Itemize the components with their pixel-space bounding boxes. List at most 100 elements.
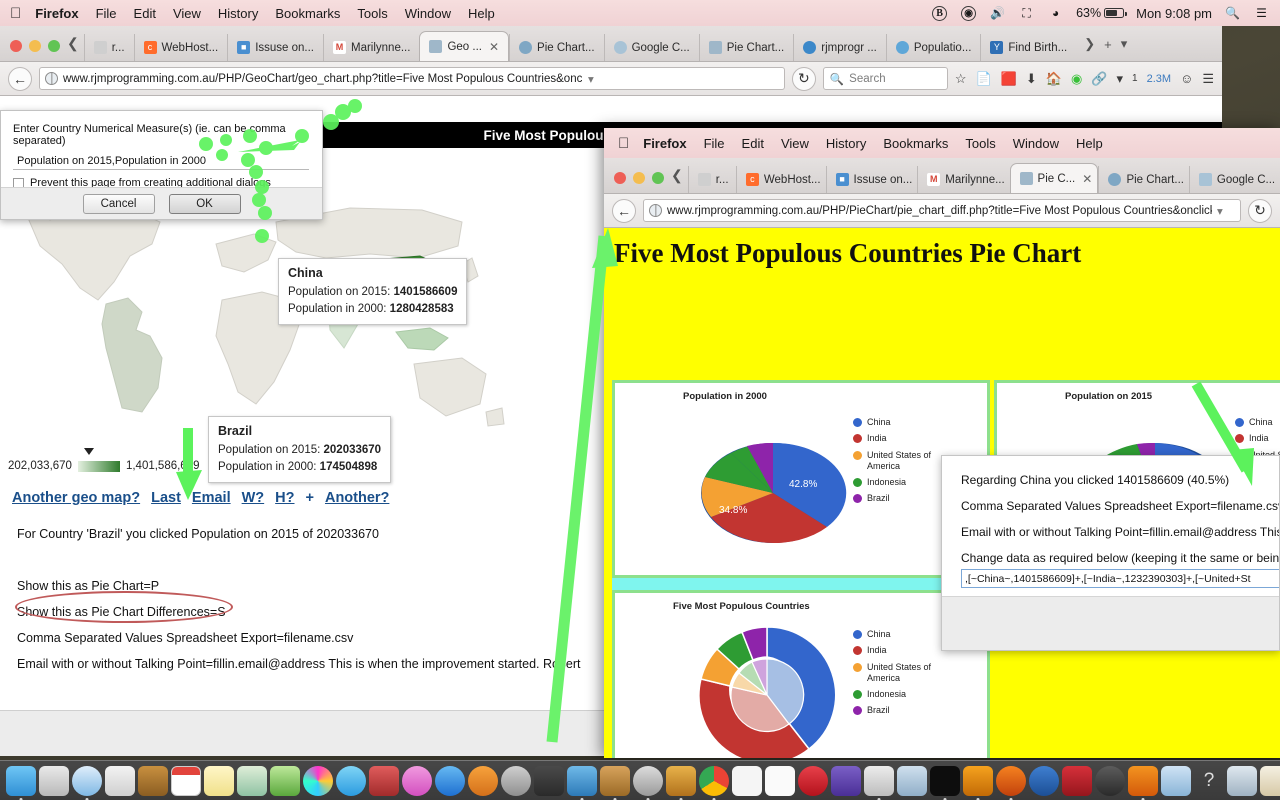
bookmark-star-icon[interactable]: ☆ <box>955 71 967 87</box>
menu-item-file[interactable]: File <box>96 6 117 21</box>
macos-dock[interactable]: ? <box>0 760 1280 800</box>
dock-icon-ibooks[interactable] <box>468 765 498 796</box>
dock-icon-bitdefender[interactable] <box>1029 765 1059 796</box>
minimize-window-button[interactable] <box>29 40 41 52</box>
dock-icon-pages[interactable] <box>732 765 762 796</box>
dock-icon-utility[interactable] <box>864 765 894 800</box>
close-window-button[interactable] <box>614 172 626 184</box>
legend-item-india[interactable]: India <box>1235 433 1280 444</box>
tab-pie-chart-active[interactable]: Pie C... ✕ <box>1009 163 1099 193</box>
dock-icon-preview[interactable] <box>105 765 135 796</box>
tab-pie-chart-other[interactable]: Pie Chart... <box>1098 166 1188 193</box>
minimize-window-button[interactable] <box>633 172 645 184</box>
apple-logo-icon[interactable]:  <box>618 135 629 152</box>
tab-issuse[interactable]: ■ Issuse on... <box>825 166 918 193</box>
dock-icon-numbers[interactable] <box>270 765 300 796</box>
dock-icon-avast[interactable] <box>963 765 993 800</box>
menu-item-firefox[interactable]: Firefox <box>643 136 686 151</box>
dock-icon-chrome[interactable] <box>699 765 729 800</box>
dock-icon-terminal[interactable] <box>930 765 960 800</box>
close-tab-icon[interactable]: ✕ <box>489 40 499 54</box>
notification-center-icon[interactable]: ☰ <box>1253 5 1270 22</box>
modal-measures-input[interactable]: Population on 2015,Population in 2000 <box>13 152 309 170</box>
chart-card-donut[interactable]: Five Most Populous Countries China India… <box>612 590 990 758</box>
tab-pie-chart-2[interactable]: Pie Chart... <box>698 34 794 61</box>
dock-icon-calendar[interactable] <box>171 765 201 796</box>
url-dropdown-icon[interactable]: ▾ <box>588 72 594 86</box>
dock-icon-sketch[interactable] <box>534 765 564 796</box>
window-traffic-lights[interactable] <box>6 40 67 61</box>
dock-icon-safari[interactable] <box>72 765 102 800</box>
tab-webhost[interactable]: c WebHost... <box>735 166 826 193</box>
legend-item-china[interactable]: China <box>1235 417 1280 428</box>
dock-icon-editor[interactable] <box>1260 765 1280 796</box>
airplay-audio-icon[interactable]: 🔊 <box>989 5 1006 22</box>
tab-rjmprogramming[interactable]: rjmprogr ... <box>793 34 886 61</box>
tab-population[interactable]: Populatio... <box>885 34 981 61</box>
dock-icon-firefox[interactable] <box>996 765 1026 800</box>
dock-icon-document[interactable] <box>765 765 795 796</box>
modal-ok-button[interactable]: OK <box>168 193 241 214</box>
dock-icon-help[interactable]: ? <box>1194 766 1224 796</box>
hamburger-menu-icon[interactable]: ☰ <box>1202 71 1214 87</box>
dock-icon-opera[interactable] <box>798 765 828 796</box>
legend-item-china[interactable]: China <box>853 417 983 428</box>
tab-generic[interactable]: r... <box>83 34 134 61</box>
dock-icon-photos[interactable] <box>303 765 333 796</box>
link-another-geo-map[interactable]: Another geo map? <box>12 490 140 506</box>
pie-window-traffic-lights[interactable] <box>610 172 671 193</box>
menu-item-window[interactable]: Window <box>1013 136 1059 151</box>
dock-icon-messages[interactable] <box>336 765 366 796</box>
dock-icon-photobooth[interactable] <box>369 765 399 796</box>
menu-item-help[interactable]: Help <box>468 6 495 21</box>
legend-item-usa[interactable]: United States of America <box>853 662 983 685</box>
reload-button[interactable]: ↻ <box>1248 198 1272 223</box>
menu-item-firefox[interactable]: Firefox <box>35 6 78 21</box>
url-bar[interactable]: www.rjmprogramming.com.au/PHP/GeoChart/g… <box>39 67 785 90</box>
close-window-button[interactable] <box>10 40 22 52</box>
dock-icon-vlc[interactable] <box>1128 765 1158 800</box>
tab-generic[interactable]: r... <box>687 166 736 193</box>
sync-icon[interactable]: 🔗 <box>1091 71 1107 87</box>
home-icon[interactable]: 🏠 <box>1046 71 1062 87</box>
dock-icon-maps[interactable] <box>237 765 267 796</box>
dock-icon-remote[interactable] <box>1161 765 1191 796</box>
pie-dialog-data-input[interactable]: ,[~China~,1401586609]+,[~India~,12323903… <box>961 569 1279 588</box>
wifi-icon[interactable]: ◕ <box>1047 5 1064 22</box>
dock-icon-textedit[interactable] <box>567 765 597 800</box>
menu-item-bookmarks[interactable]: Bookmarks <box>883 136 948 151</box>
dock-icon-filezilla[interactable] <box>1062 765 1092 796</box>
menu-item-view[interactable]: View <box>173 6 201 21</box>
close-tab-icon[interactable]: ✕ <box>1082 172 1092 186</box>
reader-view-icon[interactable]: 📄 <box>976 71 992 87</box>
downloads-icon[interactable]: ⬇ <box>1026 71 1037 87</box>
zoom-window-button[interactable] <box>48 40 60 52</box>
dock-icon-itunes[interactable] <box>402 765 432 796</box>
url-bar[interactable]: www.rjmprogramming.com.au/PHP/PieChart/p… <box>643 199 1241 222</box>
menu-item-history[interactable]: History <box>826 136 866 151</box>
dock-icon-star[interactable] <box>831 765 861 796</box>
dock-icon-contacts[interactable] <box>138 765 168 796</box>
tab-google-c[interactable]: Google C... <box>603 34 699 61</box>
legend-item-indonesia[interactable]: Indonesia <box>853 689 983 700</box>
dock-icon-notes[interactable] <box>204 765 234 796</box>
tab-overflow-controls[interactable]: ❯ + ▾ <box>1076 36 1135 61</box>
url-dropdown-icon[interactable]: ▾ <box>1217 204 1223 218</box>
airplay-display-icon[interactable]: ⛶ <box>1018 5 1035 22</box>
feedback-smiley-icon[interactable]: ☺ <box>1180 71 1193 86</box>
menu-item-history[interactable]: History <box>218 6 258 21</box>
dock-icon-automator[interactable] <box>600 765 630 800</box>
link-last[interactable]: Last <box>151 490 181 506</box>
tab-pie-chart-1[interactable]: Pie Chart... <box>509 34 604 61</box>
back-button[interactable]: ← <box>612 198 636 223</box>
menu-item-file[interactable]: File <box>704 136 725 151</box>
menu-item-tools[interactable]: Tools <box>357 6 387 21</box>
dock-icon-package[interactable] <box>1227 765 1257 796</box>
dock-icon-timemachine[interactable] <box>633 765 663 800</box>
bitdefender-icon[interactable]: B <box>931 5 948 22</box>
circle-record-icon[interactable]: ◉ <box>960 5 977 22</box>
tab-google-c[interactable]: Google C... <box>1188 166 1280 193</box>
tab-webhost[interactable]: c WebHost... <box>133 34 228 61</box>
dock-icon-quicktime[interactable] <box>1095 765 1125 796</box>
tab-scroll-left-icon[interactable]: ❮ <box>67 35 84 61</box>
